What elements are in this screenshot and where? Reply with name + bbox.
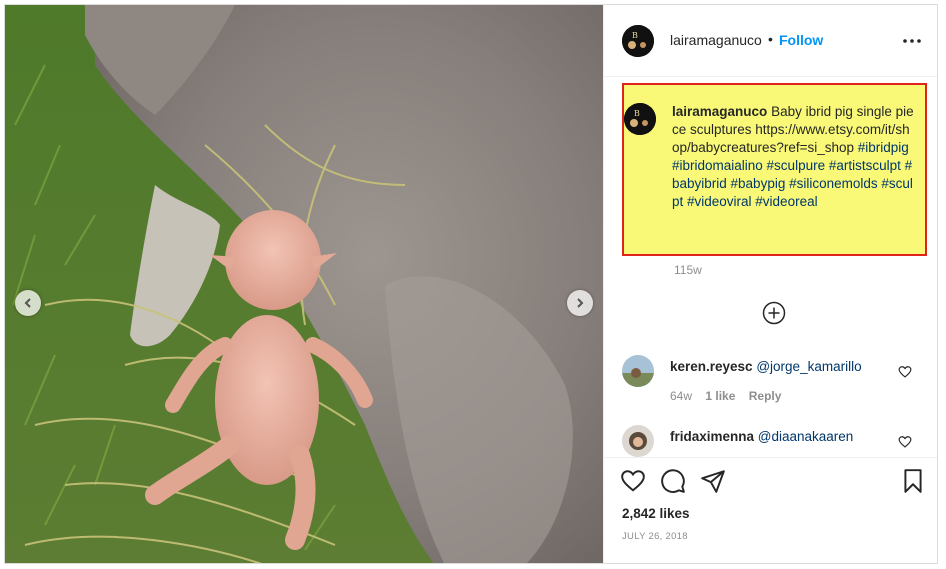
share-send-icon[interactable] <box>700 468 726 494</box>
like-comment-heart-icon[interactable] <box>898 435 912 449</box>
svg-text:B: B <box>634 109 640 118</box>
next-image-button[interactable] <box>567 290 593 316</box>
avatar-image <box>622 425 654 457</box>
author-avatar[interactable]: B <box>622 25 654 57</box>
likes-count[interactable]: 2,842 likes <box>622 506 690 521</box>
avatar-image: B <box>624 103 656 135</box>
comment-text: keren.reyesc @jorge_kamarillo <box>670 359 862 374</box>
comment-mention[interactable]: @diaanakaaren <box>758 429 854 444</box>
heart-icon[interactable] <box>620 468 646 494</box>
like-comment-heart-icon[interactable] <box>898 365 912 379</box>
comment-likes[interactable]: 1 like <box>705 389 735 403</box>
post-actions: 2,842 likes JULY 26, 2018 <box>604 457 937 563</box>
post-frame: B lairamaganuco • Follow B lairamaganuco… <box>4 4 938 564</box>
svg-text:B: B <box>632 31 638 40</box>
comment-avatar[interactable] <box>622 425 654 457</box>
more-options-icon[interactable] <box>900 31 924 51</box>
comment-mention[interactable]: @jorge_kamarillo <box>756 359 861 374</box>
comment-item: fridaximenna @diaanakaaren <box>622 425 932 457</box>
comment-item: keren.reyesc @jorge_kamarillo 64w 1 like… <box>622 355 932 415</box>
comment-meta: 64w 1 like Reply <box>670 389 791 403</box>
chevron-left-icon <box>24 298 31 308</box>
post-date: JULY 26, 2018 <box>622 531 688 542</box>
comment-username[interactable]: fridaximenna <box>670 429 754 444</box>
post-photo <box>5 5 603 563</box>
author-username[interactable]: lairamaganuco <box>670 32 762 48</box>
caption-username[interactable]: lairamaganuco <box>672 104 767 119</box>
previous-image-button[interactable] <box>15 290 41 316</box>
caption-highlight: B lairamaganuco Baby ibrid pig single pi… <box>622 83 927 256</box>
caption-avatar[interactable]: B <box>624 103 656 135</box>
avatar-image: B <box>622 25 654 57</box>
caption-text: lairamaganuco Baby ibrid pig single piec… <box>672 103 917 211</box>
bookmark-icon[interactable] <box>900 468 926 494</box>
post-image[interactable] <box>5 5 603 563</box>
reply-button[interactable]: Reply <box>749 389 782 403</box>
caption-time-ago: 115w <box>674 263 702 277</box>
avatar-image <box>622 355 654 387</box>
chevron-right-icon <box>577 298 584 308</box>
post-side-panel: B lairamaganuco • Follow B lairamaganuco… <box>603 5 937 563</box>
load-more-comments-icon[interactable] <box>762 301 786 325</box>
post-header: B lairamaganuco • Follow <box>604 5 937 77</box>
comment-time: 64w <box>670 389 693 403</box>
follow-button[interactable]: Follow <box>779 32 823 48</box>
comment-bubble-icon[interactable] <box>660 468 686 494</box>
comment-avatar[interactable] <box>622 355 654 387</box>
comment-username[interactable]: keren.reyesc <box>670 359 753 374</box>
comment-text: fridaximenna @diaanakaaren <box>670 429 853 444</box>
separator-dot: • <box>768 31 773 47</box>
